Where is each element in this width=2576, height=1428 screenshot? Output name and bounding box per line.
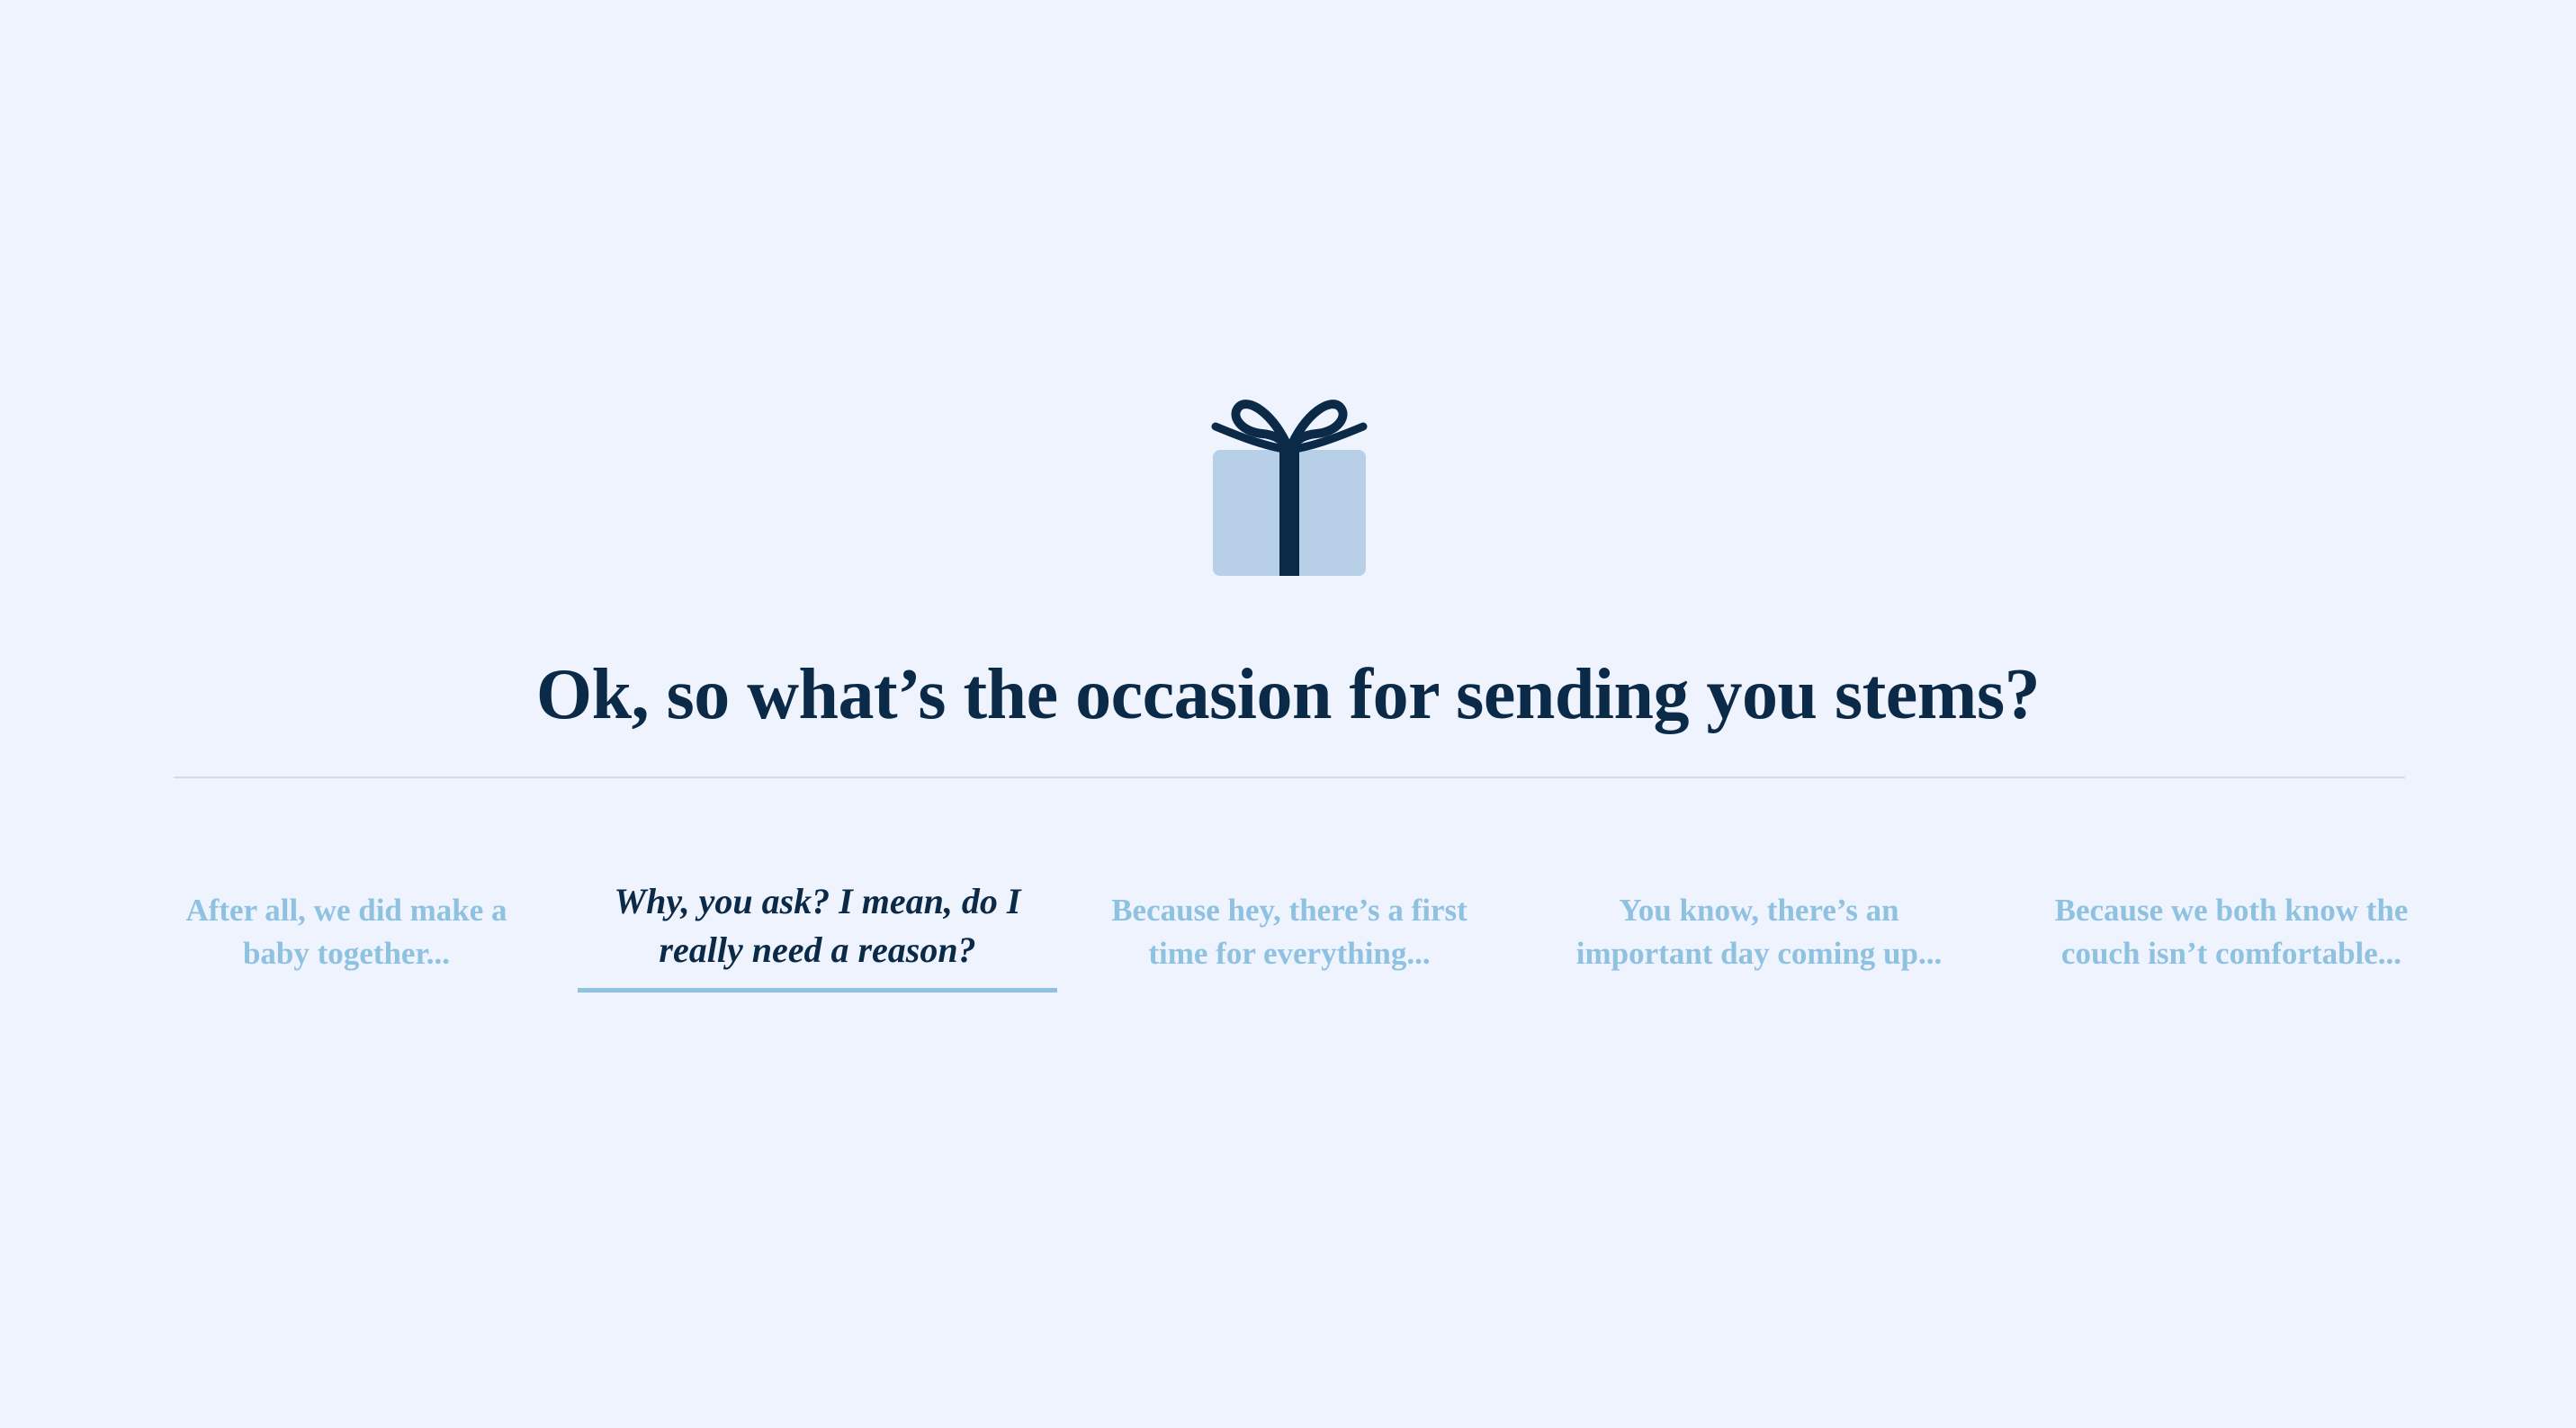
occasion-option-baby-together[interactable]: After all, we did make a baby together..…: [174, 877, 519, 975]
occasion-option-couch[interactable]: Because we both know the couch isn’t com…: [2035, 877, 2428, 975]
option-line-2: really need a reason?: [659, 930, 976, 970]
option-line-1: Because hey, there’s a first: [1111, 893, 1468, 928]
option-line-2: baby together...: [242, 936, 451, 971]
occasion-option-first-time[interactable]: Because hey, there’s a first time for ev…: [1098, 877, 1481, 975]
option-line-1: Because we both know the: [2054, 893, 2409, 928]
option-line-1: Why, you ask? I mean, do I: [614, 881, 1021, 921]
divider: [174, 777, 2405, 778]
page-title: Ok, so what’s the occasion for sending y…: [535, 655, 2041, 734]
occasion-option-no-reason[interactable]: Why, you ask? I mean, do I really need a…: [578, 877, 1057, 992]
option-line-1: You know, there’s an: [1619, 893, 1899, 928]
option-line-2: couch isn’t comfortable...: [2060, 936, 2402, 971]
occasion-options: After all, we did make a baby together..…: [0, 877, 2576, 1012]
option-line-2: important day coming up...: [1575, 936, 1943, 971]
occasion-option-important-day[interactable]: You know, there’s an important day comin…: [1561, 877, 1957, 975]
option-line-2: time for everything...: [1148, 936, 1431, 971]
gift-icon: [1210, 392, 1369, 578]
option-line-1: After all, we did make a: [185, 893, 507, 928]
